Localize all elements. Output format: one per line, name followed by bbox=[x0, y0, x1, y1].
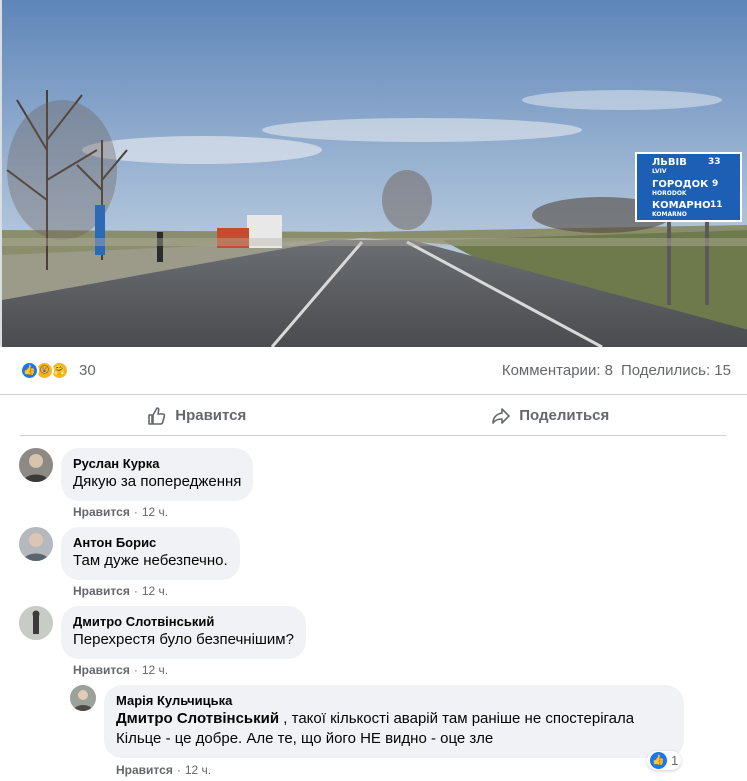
comment-text: Дякую за попередження bbox=[73, 473, 242, 490]
comment-text: Там дуже небезпечно. bbox=[73, 552, 228, 569]
comment: Антон Борис Там дуже небезпечно. bbox=[19, 527, 240, 580]
comment-reaction-badge[interactable]: 👍 1 bbox=[647, 751, 682, 770]
comments-count[interactable]: Комментарии: 8 bbox=[502, 362, 613, 379]
sign-latin-1: LVIV bbox=[652, 168, 667, 175]
share-icon bbox=[492, 407, 511, 424]
mention-link[interactable]: Дмитро Слотвінський bbox=[116, 710, 279, 727]
comment-meta: Нравится · 12 ч. bbox=[73, 505, 169, 519]
comment-bubble: Антон Борис Там дуже небезпечно. bbox=[61, 527, 240, 580]
comment-like-link[interactable]: Нравится bbox=[73, 505, 130, 519]
comment-text: Дмитро Слотвінський , такої кількості ав… bbox=[116, 709, 672, 729]
shares-count[interactable]: Поделились: 15 bbox=[621, 362, 731, 379]
comment-time[interactable]: 12 ч. bbox=[185, 763, 211, 777]
post-photo[interactable]: ЛЬВІВ 33 LVIV ГОРОДОК 9 HORODOK КОМАРНО … bbox=[0, 0, 747, 347]
sign-latin-2: HORODOK bbox=[652, 190, 687, 197]
comment-author[interactable]: Антон Борис bbox=[73, 535, 228, 551]
like-button[interactable]: Нравится bbox=[20, 396, 374, 435]
reaction-count[interactable]: 30 bbox=[79, 362, 96, 379]
reply-text-line1: , такої кількості аварій там раніше не с… bbox=[279, 710, 635, 727]
comment-like-link[interactable]: Нравится bbox=[116, 763, 173, 777]
reply-comment: Марія Кульчицька Дмитро Слотвінський , т… bbox=[70, 685, 684, 758]
like-reaction-icon: 👍 bbox=[20, 361, 39, 380]
comment-like-count: 1 bbox=[671, 753, 679, 768]
comment-bubble: Руслан Курка Дякую за попередження bbox=[61, 448, 254, 501]
comment-meta: Нравится · 12 ч. bbox=[116, 763, 212, 777]
comment-time[interactable]: 12 ч. bbox=[142, 505, 168, 519]
avatar[interactable] bbox=[19, 606, 53, 640]
comment-meta: Нравится · 12 ч. bbox=[73, 663, 169, 677]
comment-author[interactable]: Руслан Курка bbox=[73, 456, 241, 472]
avatar[interactable] bbox=[19, 527, 53, 561]
sign-distance-3: 11 bbox=[710, 200, 723, 210]
sign-city-1: ЛЬВІВ bbox=[652, 157, 687, 168]
road-photo-illustration: ЛЬВІВ 33 LVIV ГОРОДОК 9 HORODOK КОМАРНО … bbox=[2, 0, 747, 347]
comment-bubble: Дмитро Слотвінський Перехрестя було безп… bbox=[61, 606, 306, 659]
share-button[interactable]: Поделиться bbox=[374, 396, 728, 435]
sign-latin-3: KOMARNO bbox=[652, 211, 687, 218]
comment-time[interactable]: 12 ч. bbox=[142, 584, 168, 598]
comment-time[interactable]: 12 ч. bbox=[142, 663, 168, 677]
share-button-label: Поделиться bbox=[519, 407, 610, 424]
comment: Дмитро Слотвінський Перехрестя було безп… bbox=[19, 606, 306, 659]
post-actions-bar: Нравится Поделиться bbox=[20, 396, 727, 436]
thumbs-up-icon bbox=[148, 406, 166, 425]
comment-meta: Нравится · 12 ч. bbox=[73, 584, 169, 598]
avatar[interactable] bbox=[19, 448, 53, 482]
reactions-summary[interactable]: 👍 😮 🤗 30 bbox=[20, 361, 96, 380]
comment-author[interactable]: Дмитро Слотвінський bbox=[73, 614, 294, 630]
sign-city-2: ГОРОДОК bbox=[652, 179, 709, 190]
comment-like-link[interactable]: Нравится bbox=[73, 663, 130, 677]
sign-distance-1: 33 bbox=[708, 157, 721, 167]
like-reaction-icon: 👍 bbox=[650, 752, 667, 769]
avatar[interactable] bbox=[70, 685, 96, 711]
reply-text-line2: Кільце - це добре. Але те, що його НЕ ви… bbox=[116, 730, 494, 747]
comment-author[interactable]: Марія Кульчицька bbox=[116, 693, 672, 709]
comment-bubble: Марія Кульчицька Дмитро Слотвінський , т… bbox=[104, 685, 684, 758]
sign-distance-2: 9 bbox=[712, 179, 718, 189]
sign-city-3: КОМАРНО bbox=[652, 200, 711, 211]
comment-like-link[interactable]: Нравится bbox=[73, 584, 130, 598]
post-stats-bar: 👍 😮 🤗 30 Комментарии: 8 Поделились: 15 bbox=[0, 347, 747, 395]
comment: Руслан Курка Дякую за попередження bbox=[19, 448, 254, 501]
comment-text: Перехрестя було безпечнішим? bbox=[73, 631, 294, 648]
like-button-label: Нравится bbox=[175, 407, 247, 424]
